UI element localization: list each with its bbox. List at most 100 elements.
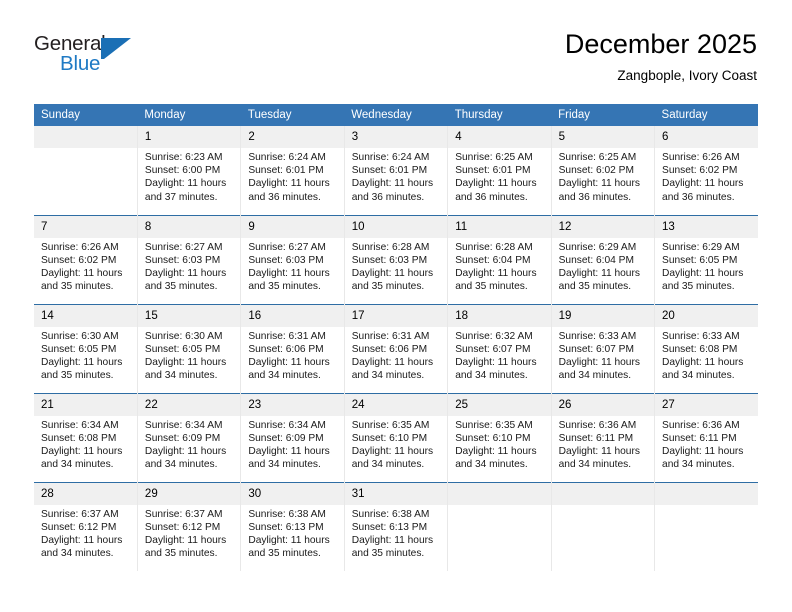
day-cell[interactable]: 21 Sunrise: 6:34 AM Sunset: 6:08 PM Dayl…: [34, 392, 138, 482]
sunrise-text: Sunrise: 6:27 AM: [248, 241, 326, 253]
day-cell[interactable]: 13 Sunrise: 6:29 AM Sunset: 6:05 PM Dayl…: [654, 214, 758, 304]
day-number: 12: [551, 215, 655, 238]
day-cell[interactable]: 30 Sunrise: 6:38 AM Sunset: 6:13 PM Dayl…: [240, 481, 345, 571]
daylight-text-line1: Daylight: 11 hours: [144, 445, 227, 457]
day-cell[interactable]: 29 Sunrise: 6:37 AM Sunset: 6:12 PM Dayl…: [137, 481, 242, 571]
daylight-text-line1: Daylight: 11 hours: [144, 534, 227, 546]
day-cell[interactable]: 2 Sunrise: 6:24 AM Sunset: 6:01 PM Dayli…: [240, 126, 345, 215]
day-cell[interactable]: 31 Sunrise: 6:38 AM Sunset: 6:13 PM Dayl…: [344, 481, 449, 571]
daylight-text-line1: Daylight: 11 hours: [248, 445, 330, 457]
sunrise-text: Sunrise: 6:27 AM: [144, 241, 223, 253]
day-cell[interactable]: 11 Sunrise: 6:28 AM Sunset: 6:04 PM Dayl…: [447, 214, 552, 304]
day-number: 31: [344, 482, 448, 505]
day-details: Sunrise: 6:33 AM Sunset: 6:07 PM Dayligh…: [552, 327, 654, 383]
day-number: [551, 482, 655, 505]
day-number: 29: [137, 482, 241, 505]
calendar-week-row: 28 Sunrise: 6:37 AM Sunset: 6:12 PM Dayl…: [34, 481, 758, 571]
day-cell[interactable]: 14 Sunrise: 6:30 AM Sunset: 6:05 PM Dayl…: [34, 303, 138, 393]
day-cell[interactable]: 12 Sunrise: 6:29 AM Sunset: 6:04 PM Dayl…: [551, 214, 656, 304]
daylight-text-line2: and 35 minutes.: [351, 548, 425, 560]
day-cell[interactable]: 3 Sunrise: 6:24 AM Sunset: 6:01 PM Dayli…: [344, 126, 449, 215]
sunrise-text: Sunrise: 6:32 AM: [455, 330, 533, 342]
daylight-text-line2: and 34 minutes.: [248, 459, 321, 471]
day-cell[interactable]: 10 Sunrise: 6:28 AM Sunset: 6:03 PM Dayl…: [344, 214, 449, 304]
daylight-text-line2: and 35 minutes.: [248, 548, 321, 560]
sunrise-text: Sunrise: 6:33 AM: [558, 330, 637, 342]
day-details: Sunrise: 6:32 AM Sunset: 6:07 PM Dayligh…: [448, 327, 550, 383]
daylight-text-line1: Daylight: 11 hours: [455, 445, 537, 457]
day-details: Sunrise: 6:28 AM Sunset: 6:03 PM Dayligh…: [345, 238, 447, 294]
day-number: 20: [655, 304, 758, 327]
daylight-text-line2: and 34 minutes.: [351, 370, 425, 382]
day-details: [34, 148, 137, 151]
day-cell[interactable]: [34, 126, 138, 215]
day-number: 26: [551, 393, 655, 416]
day-cell[interactable]: 9 Sunrise: 6:27 AM Sunset: 6:03 PM Dayli…: [240, 214, 345, 304]
day-number: 6: [655, 126, 758, 148]
sunrise-text: Sunrise: 6:33 AM: [662, 330, 740, 342]
flag-icon: [101, 38, 131, 59]
daylight-text-line2: and 36 minutes.: [248, 191, 321, 203]
sunrise-text: Sunrise: 6:28 AM: [455, 241, 533, 253]
day-cell[interactable]: 28 Sunrise: 6:37 AM Sunset: 6:12 PM Dayl…: [34, 481, 138, 571]
day-cell[interactable]: 5 Sunrise: 6:25 AM Sunset: 6:02 PM Dayli…: [551, 126, 656, 215]
daylight-text-line1: Daylight: 11 hours: [248, 534, 330, 546]
daylight-text-line1: Daylight: 11 hours: [41, 445, 123, 457]
day-number: 7: [34, 215, 137, 238]
day-cell[interactable]: 16 Sunrise: 6:31 AM Sunset: 6:06 PM Dayl…: [240, 303, 345, 393]
day-cell[interactable]: 1 Sunrise: 6:23 AM Sunset: 6:00 PM Dayli…: [137, 126, 242, 215]
daylight-text-line2: and 34 minutes.: [455, 459, 528, 471]
day-details: Sunrise: 6:24 AM Sunset: 6:01 PM Dayligh…: [241, 148, 343, 204]
calendar-week-row: 7 Sunrise: 6:26 AM Sunset: 6:02 PM Dayli…: [34, 214, 758, 304]
day-number: 17: [344, 304, 448, 327]
day-cell[interactable]: 25 Sunrise: 6:35 AM Sunset: 6:10 PM Dayl…: [447, 392, 552, 482]
day-cell[interactable]: 22 Sunrise: 6:34 AM Sunset: 6:09 PM Dayl…: [137, 392, 242, 482]
sunset-text: Sunset: 6:13 PM: [248, 521, 324, 533]
day-number: 22: [137, 393, 241, 416]
day-cell[interactable]: 23 Sunrise: 6:34 AM Sunset: 6:09 PM Dayl…: [240, 392, 345, 482]
sunset-text: Sunset: 6:11 PM: [558, 432, 634, 444]
daylight-text-line2: and 35 minutes.: [41, 370, 114, 382]
sunrise-text: Sunrise: 6:28 AM: [351, 241, 430, 253]
sunrise-text: Sunrise: 6:31 AM: [351, 330, 430, 342]
day-cell[interactable]: 24 Sunrise: 6:35 AM Sunset: 6:10 PM Dayl…: [344, 392, 449, 482]
day-cell[interactable]: 8 Sunrise: 6:27 AM Sunset: 6:03 PM Dayli…: [137, 214, 242, 304]
day-details: Sunrise: 6:25 AM Sunset: 6:01 PM Dayligh…: [448, 148, 550, 204]
day-number: 24: [344, 393, 448, 416]
day-cell[interactable]: 7 Sunrise: 6:26 AM Sunset: 6:02 PM Dayli…: [34, 214, 138, 304]
sunrise-text: Sunrise: 6:26 AM: [662, 152, 740, 163]
day-details: Sunrise: 6:37 AM Sunset: 6:12 PM Dayligh…: [34, 505, 137, 561]
daylight-text-line1: Daylight: 11 hours: [351, 178, 434, 190]
day-number: 25: [448, 393, 551, 416]
daylight-text-line1: Daylight: 11 hours: [144, 356, 227, 368]
daylight-text-line2: and 35 minutes.: [455, 281, 528, 293]
day-cell[interactable]: 20 Sunrise: 6:33 AM Sunset: 6:08 PM Dayl…: [654, 303, 758, 393]
day-cell[interactable]: 17 Sunrise: 6:31 AM Sunset: 6:06 PM Dayl…: [344, 303, 449, 393]
sunset-text: Sunset: 6:10 PM: [351, 432, 428, 444]
day-cell[interactable]: 26 Sunrise: 6:36 AM Sunset: 6:11 PM Dayl…: [551, 392, 656, 482]
day-cell[interactable]: 4 Sunrise: 6:25 AM Sunset: 6:01 PM Dayli…: [447, 126, 552, 215]
day-cell[interactable]: 19 Sunrise: 6:33 AM Sunset: 6:07 PM Dayl…: [551, 303, 656, 393]
day-details: Sunrise: 6:36 AM Sunset: 6:11 PM Dayligh…: [552, 416, 654, 472]
sunrise-text: Sunrise: 6:37 AM: [41, 508, 119, 520]
sunset-text: Sunset: 6:09 PM: [144, 432, 221, 444]
daylight-text-line2: and 34 minutes.: [41, 548, 114, 560]
daylight-text-line1: Daylight: 11 hours: [351, 534, 434, 546]
general-blue-logo[interactable]: General Blue: [34, 32, 174, 78]
sunset-text: Sunset: 6:01 PM: [248, 165, 324, 177]
sunrise-text: Sunrise: 6:37 AM: [144, 508, 223, 520]
day-cell[interactable]: [447, 481, 552, 571]
day-cell[interactable]: [551, 481, 656, 571]
day-cell[interactable]: 18 Sunrise: 6:32 AM Sunset: 6:07 PM Dayl…: [447, 303, 552, 393]
daylight-text-line1: Daylight: 11 hours: [455, 267, 537, 279]
day-number: 19: [551, 304, 655, 327]
day-details: Sunrise: 6:24 AM Sunset: 6:01 PM Dayligh…: [345, 148, 447, 204]
sunrise-text: Sunrise: 6:34 AM: [144, 419, 223, 431]
day-cell[interactable]: [654, 481, 758, 571]
day-cell[interactable]: 27 Sunrise: 6:36 AM Sunset: 6:11 PM Dayl…: [654, 392, 758, 482]
daylight-text-line1: Daylight: 11 hours: [455, 356, 537, 368]
calendar-body: 1 Sunrise: 6:23 AM Sunset: 6:00 PM Dayli…: [34, 126, 758, 571]
day-cell[interactable]: 6 Sunrise: 6:26 AM Sunset: 6:02 PM Dayli…: [654, 126, 758, 215]
weekday-header-thursday: Thursday: [447, 104, 552, 126]
day-cell[interactable]: 15 Sunrise: 6:30 AM Sunset: 6:05 PM Dayl…: [137, 303, 242, 393]
